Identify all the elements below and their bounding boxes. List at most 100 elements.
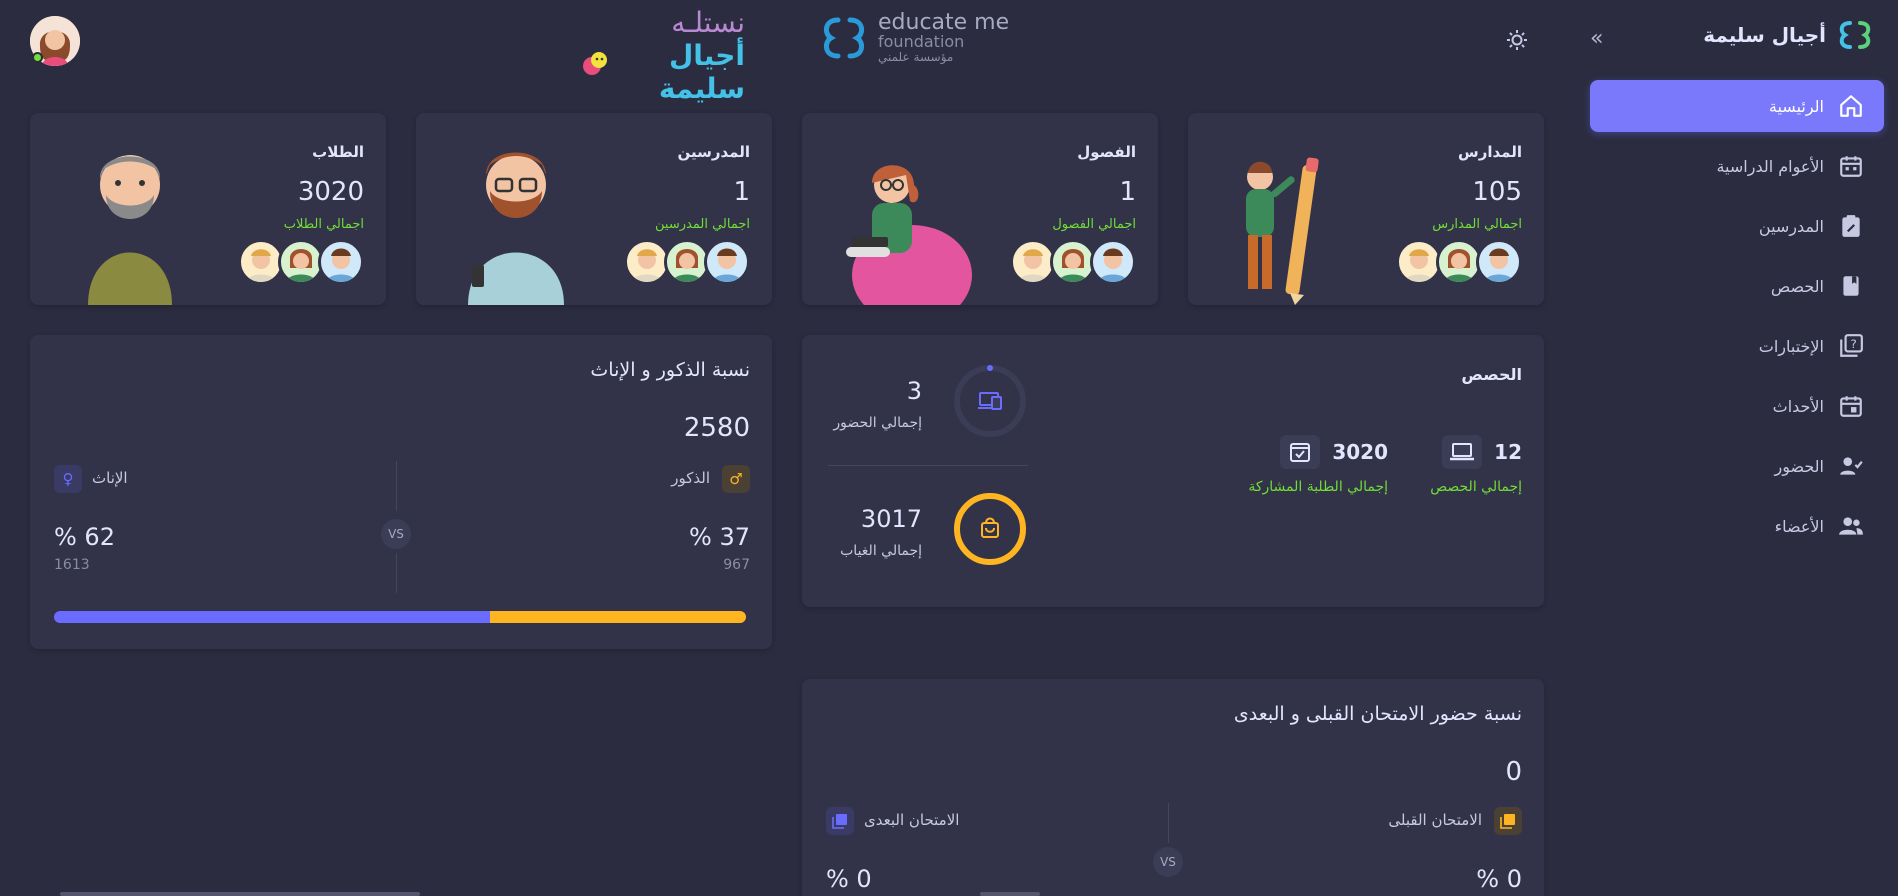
avatar	[318, 239, 364, 285]
svg-text:?: ?	[1851, 337, 1857, 351]
male-bar-segment	[489, 611, 746, 623]
avatar-group	[624, 239, 750, 285]
educate-me-logo: educate me foundation مؤسسة علمني	[818, 12, 1009, 64]
devices-icon	[978, 392, 1002, 410]
divider	[396, 553, 397, 593]
sidebar-item-home[interactable]: الرئيسية	[1590, 80, 1884, 132]
female-label: الإناث	[92, 469, 128, 487]
sidebar-item-sessions[interactable]: الحصص	[1590, 260, 1884, 312]
sidebar-item-teachers[interactable]: المدرسين	[1590, 200, 1884, 252]
stat-value: 105	[1472, 177, 1522, 207]
people-icon	[1839, 517, 1863, 535]
calendar-icon	[1840, 156, 1862, 177]
stat-value: 1	[1119, 177, 1136, 207]
stat-subtitle: اجمالي الطلاب	[283, 217, 364, 232]
absence-value: 3017	[860, 505, 922, 533]
sidebar-item-members[interactable]: الأعضاء	[1590, 500, 1884, 552]
female-icon: ♀	[54, 465, 82, 493]
collapse-sidebar-icon[interactable]: «	[1590, 26, 1603, 51]
avatar	[1476, 239, 1522, 285]
female-legend: ♀	[54, 465, 82, 493]
brand-logo-icon	[1839, 21, 1871, 49]
theme-toggle-icon[interactable]	[1505, 28, 1529, 56]
male-percent: % 37	[689, 523, 750, 551]
male-label: الذكور	[671, 469, 710, 487]
teachers-illustration	[468, 152, 564, 305]
classes-illustration	[846, 165, 972, 305]
laptop-icon	[1442, 435, 1483, 469]
gender-ratio-card: نسبة الذكور و الإناث 2580 ♂ الذكور % 37 …	[30, 335, 772, 649]
stat-value: 1	[733, 177, 750, 207]
gender-total: 2580	[683, 413, 750, 443]
sidebar-item-exams[interactable]: الإختبارات ?	[1590, 320, 1884, 372]
exam-attendance-card: نسبة حضور الامتحان القبلى و البعدى 0 الا…	[802, 679, 1544, 896]
ajyal-nestle-logo: نستلـه أجيال سليمة	[580, 6, 745, 105]
schools-illustration	[1246, 157, 1319, 305]
educate-me-logo-icon	[823, 17, 865, 59]
attendance-value: 3	[906, 377, 922, 405]
attendance-ring	[954, 365, 1026, 437]
divider	[828, 465, 1028, 466]
brand[interactable]: أجيال سليمة	[1703, 20, 1874, 50]
educate-me-line1: educate me	[878, 10, 1010, 35]
book-icon	[1843, 276, 1859, 296]
sessions-title: الحصص	[1461, 365, 1522, 384]
exam-total: 0	[1505, 757, 1522, 787]
sidebar-item-attendance[interactable]: الحضور	[1590, 440, 1884, 492]
nestle-text: نستلـه	[671, 6, 745, 39]
calendar-check-icon	[1280, 435, 1321, 469]
total-sessions-label: إجمالي الحصص	[1430, 479, 1522, 495]
event-icon	[1840, 396, 1862, 417]
horizontal-scrollbar[interactable]	[60, 892, 420, 896]
stat-card-students: الطلاب 3020 اجمالي الطلاب	[30, 113, 386, 305]
stat-subtitle: اجمالي الفصول	[1052, 217, 1136, 232]
total-sessions-value: 12	[1494, 440, 1522, 464]
sidebar-item-label: الرئيسية	[1768, 96, 1824, 116]
avatar	[1090, 239, 1136, 285]
sidebar-item-label: الأعوام الدراسية	[1716, 156, 1824, 176]
sidebar-item-academic-years[interactable]: الأعوام الدراسية	[1590, 140, 1884, 192]
horizontal-scrollbar-thumb[interactable]	[980, 892, 1040, 896]
stat-card-teachers: المدرسين 1 اجمالي المدرسين	[416, 113, 772, 305]
stat-title: الطلاب	[312, 143, 364, 161]
post-exam-percent: % 0	[826, 865, 872, 893]
absence-ring	[954, 493, 1026, 565]
male-icon: ♂	[722, 465, 750, 493]
stat-title: المدارس	[1458, 143, 1522, 161]
vs-badge: VS	[1153, 847, 1183, 877]
sidebar-item-label: الحصص	[1770, 276, 1824, 296]
sidebar-item-events[interactable]: الأحداث	[1590, 380, 1884, 432]
participants-value: 3020	[1332, 440, 1388, 464]
male-legend: ♂	[722, 465, 750, 493]
participants-metric: 3020	[1280, 435, 1388, 469]
stat-title: المدرسين	[677, 143, 750, 161]
stat-title: الفصول	[1077, 143, 1136, 161]
pre-exam-percent: % 0	[1476, 865, 1522, 893]
female-count: 1613	[54, 557, 90, 573]
educate-me-line2: foundation	[878, 32, 965, 51]
sidebar-item-label: الإختبارات	[1758, 336, 1824, 356]
stat-value: 3020	[297, 177, 364, 207]
user-check-icon	[1840, 457, 1863, 475]
clipboard-edit-icon	[1842, 215, 1860, 237]
stat-subtitle: اجمالي المدارس	[1432, 217, 1522, 232]
avatar-group	[238, 239, 364, 285]
post-exam-legend	[826, 807, 854, 835]
divider	[1168, 803, 1169, 843]
ajyal-mascot-icon	[583, 52, 607, 75]
sidebar-menu: الرئيسية الأعوام الدراسية المدرسين الحصص…	[1590, 80, 1884, 560]
attendance-label: إجمالي الحضور	[833, 415, 922, 431]
sidebar-item-label: المدرسين	[1758, 216, 1824, 236]
vs-badge: VS	[381, 519, 411, 549]
sidebar-item-label: الحضور	[1774, 456, 1824, 476]
participants-label: إجمالي الطلبة المشاركة	[1248, 479, 1388, 495]
quiz-icon: ?	[1840, 334, 1863, 357]
pre-exam-label: الامتحان القبلى	[1388, 811, 1482, 829]
avatar-group	[1396, 239, 1522, 285]
brand-name: أجيال سليمة	[1703, 23, 1826, 47]
sidebar-item-label: الأعضاء	[1774, 516, 1824, 536]
post-exam-icon	[826, 807, 854, 835]
absence-label: إجمالي الغياب	[840, 543, 922, 559]
avatar	[704, 239, 750, 285]
stat-subtitle: اجمالي المدرسين	[655, 217, 750, 232]
